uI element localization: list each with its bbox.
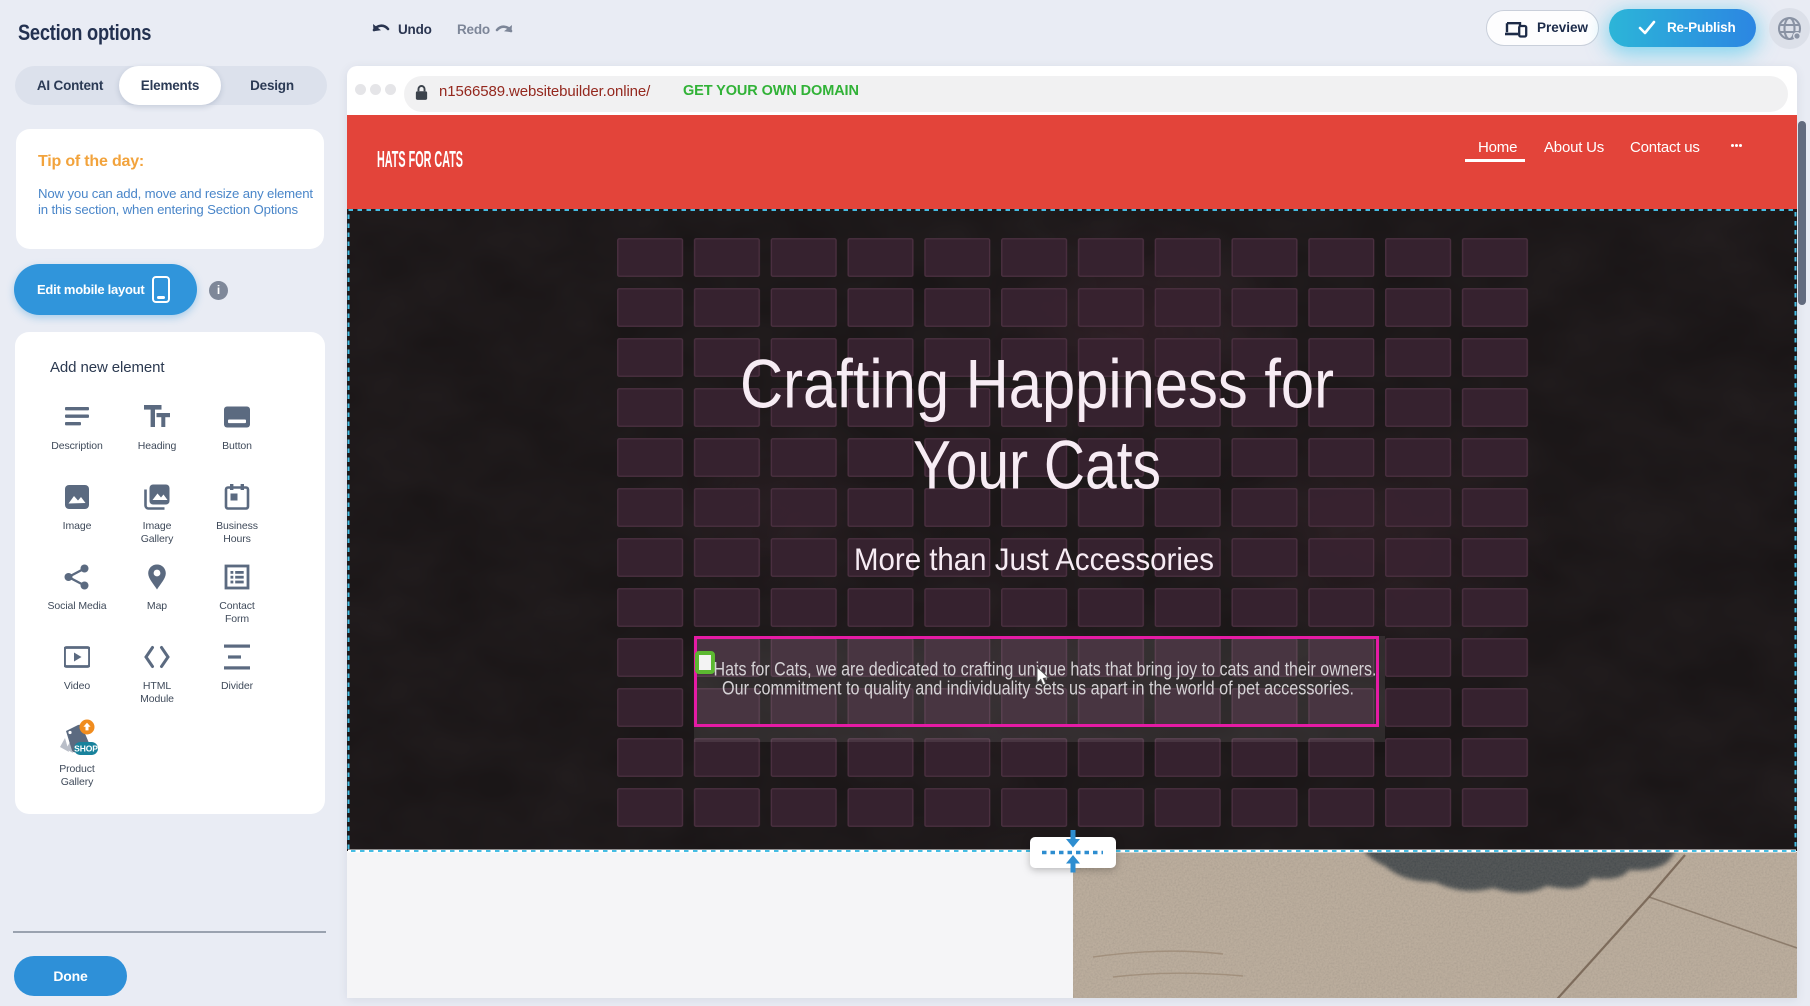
svg-text:SHOP: SHOP: [74, 744, 98, 754]
